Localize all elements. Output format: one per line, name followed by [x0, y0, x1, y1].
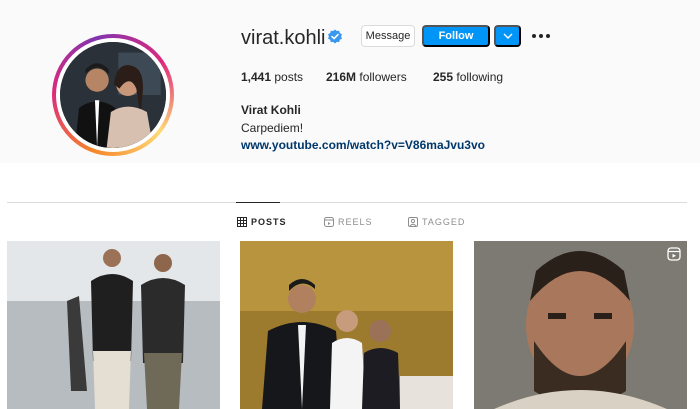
followers-stat[interactable]: 216M followers — [326, 70, 433, 84]
post-thumbnail[interactable] — [474, 241, 687, 409]
post-image — [240, 241, 453, 409]
post-thumbnail[interactable] — [240, 241, 453, 409]
post-image — [474, 241, 687, 409]
reels-icon — [324, 217, 334, 227]
post-image — [7, 241, 220, 409]
post-thumbnail[interactable] — [7, 241, 220, 409]
tagged-icon — [408, 217, 418, 227]
profile-stats: 1,441 posts 216M followers 255 following — [241, 70, 503, 84]
tabs-divider — [7, 202, 687, 203]
tab-tagged[interactable]: TAGGED — [408, 217, 465, 227]
suggested-dropdown-button[interactable] — [494, 25, 521, 47]
active-tab-indicator — [236, 202, 280, 203]
profile-bio: Carpediem! — [241, 121, 304, 135]
profile-link[interactable]: www.youtube.com/watch?v=V86maJvu3vo — [241, 138, 485, 152]
tab-posts[interactable]: POSTS — [237, 217, 287, 227]
avatar-people-image — [60, 42, 166, 148]
profile-full-name: Virat Kohli — [241, 103, 301, 117]
profile-avatar[interactable] — [52, 34, 174, 156]
chevron-down-icon — [503, 33, 512, 39]
follow-button[interactable]: Follow — [422, 25, 490, 47]
avatar-photo — [60, 42, 166, 148]
message-button[interactable]: Message — [361, 25, 415, 47]
following-stat[interactable]: 255 following — [433, 70, 503, 84]
tab-reels[interactable]: REELS — [324, 217, 373, 227]
verified-badge-icon — [328, 29, 342, 44]
profile-username: virat.kohli — [241, 27, 326, 49]
more-options-icon[interactable] — [532, 29, 552, 43]
profile-header: virat.kohli Message Follow 1,441 posts 2… — [0, 0, 700, 163]
grid-icon — [237, 217, 247, 227]
posts-stat[interactable]: 1,441 posts — [241, 70, 326, 84]
reel-badge-icon — [667, 247, 681, 261]
